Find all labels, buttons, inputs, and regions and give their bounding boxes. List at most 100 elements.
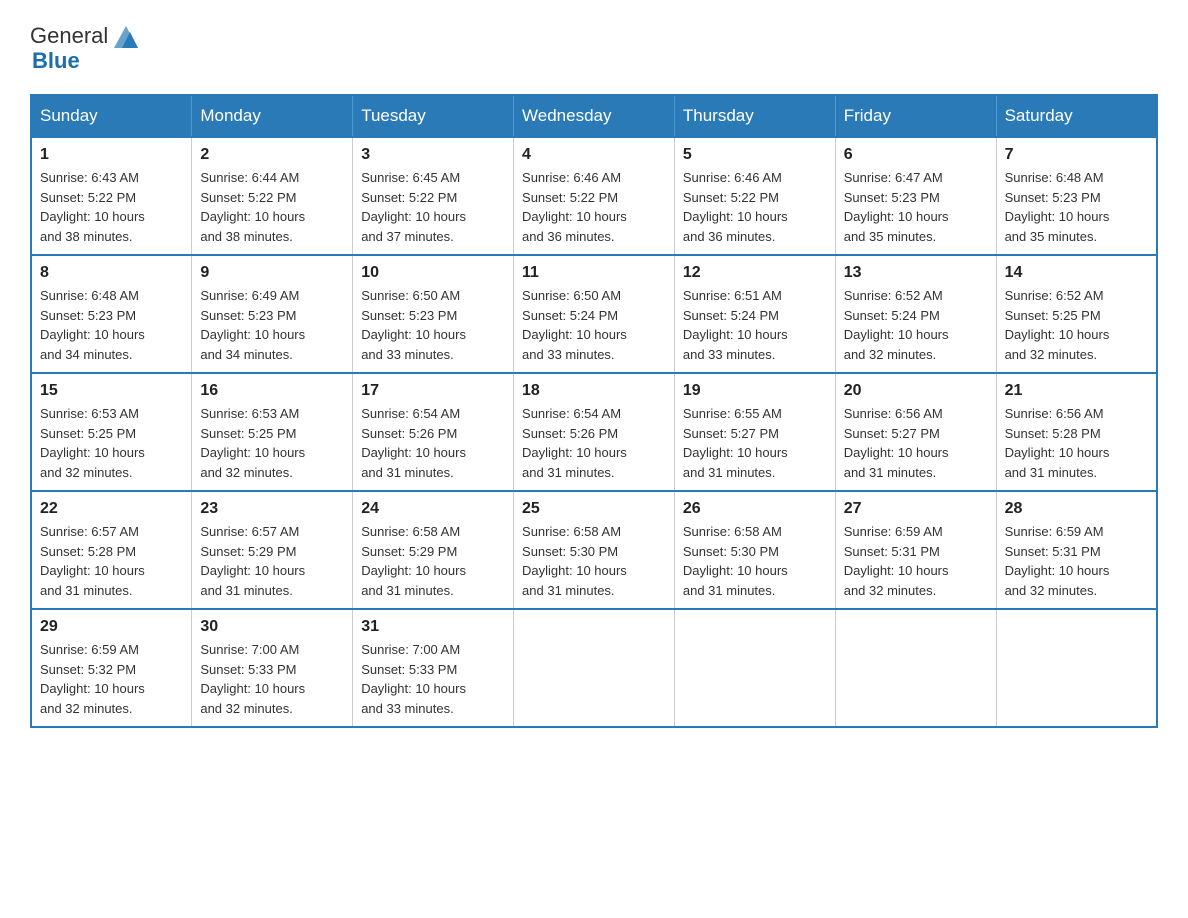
day-info: Sunrise: 6:44 AMSunset: 5:22 PMDaylight:… bbox=[200, 170, 305, 244]
calendar-cell: 8 Sunrise: 6:48 AMSunset: 5:23 PMDayligh… bbox=[31, 255, 192, 373]
weekday-header-friday: Friday bbox=[835, 95, 996, 137]
calendar-cell: 7 Sunrise: 6:48 AMSunset: 5:23 PMDayligh… bbox=[996, 137, 1157, 255]
calendar-cell: 4 Sunrise: 6:46 AMSunset: 5:22 PMDayligh… bbox=[514, 137, 675, 255]
day-info: Sunrise: 6:47 AMSunset: 5:23 PMDaylight:… bbox=[844, 170, 949, 244]
calendar-week-1: 1 Sunrise: 6:43 AMSunset: 5:22 PMDayligh… bbox=[31, 137, 1157, 255]
day-number: 6 bbox=[844, 146, 988, 164]
weekday-header-monday: Monday bbox=[192, 95, 353, 137]
day-number: 1 bbox=[40, 146, 183, 164]
day-info: Sunrise: 6:43 AMSunset: 5:22 PMDaylight:… bbox=[40, 170, 145, 244]
day-info: Sunrise: 6:52 AMSunset: 5:25 PMDaylight:… bbox=[1005, 288, 1110, 362]
day-number: 25 bbox=[522, 500, 666, 518]
calendar-cell bbox=[835, 609, 996, 727]
day-number: 23 bbox=[200, 500, 344, 518]
logo: General Blue bbox=[30, 20, 142, 74]
calendar-cell: 18 Sunrise: 6:54 AMSunset: 5:26 PMDaylig… bbox=[514, 373, 675, 491]
day-number: 11 bbox=[522, 264, 666, 282]
day-info: Sunrise: 6:52 AMSunset: 5:24 PMDaylight:… bbox=[844, 288, 949, 362]
day-info: Sunrise: 6:59 AMSunset: 5:31 PMDaylight:… bbox=[844, 524, 949, 598]
day-number: 22 bbox=[40, 500, 183, 518]
weekday-header-sunday: Sunday bbox=[31, 95, 192, 137]
weekday-header-wednesday: Wednesday bbox=[514, 95, 675, 137]
calendar-cell: 17 Sunrise: 6:54 AMSunset: 5:26 PMDaylig… bbox=[353, 373, 514, 491]
calendar-cell: 31 Sunrise: 7:00 AMSunset: 5:33 PMDaylig… bbox=[353, 609, 514, 727]
day-number: 14 bbox=[1005, 264, 1148, 282]
day-info: Sunrise: 6:56 AMSunset: 5:27 PMDaylight:… bbox=[844, 406, 949, 480]
calendar-cell: 10 Sunrise: 6:50 AMSunset: 5:23 PMDaylig… bbox=[353, 255, 514, 373]
day-number: 7 bbox=[1005, 146, 1148, 164]
calendar-cell: 27 Sunrise: 6:59 AMSunset: 5:31 PMDaylig… bbox=[835, 491, 996, 609]
day-info: Sunrise: 6:54 AMSunset: 5:26 PMDaylight:… bbox=[522, 406, 627, 480]
day-info: Sunrise: 6:46 AMSunset: 5:22 PMDaylight:… bbox=[522, 170, 627, 244]
day-number: 21 bbox=[1005, 382, 1148, 400]
day-info: Sunrise: 6:56 AMSunset: 5:28 PMDaylight:… bbox=[1005, 406, 1110, 480]
calendar-cell: 23 Sunrise: 6:57 AMSunset: 5:29 PMDaylig… bbox=[192, 491, 353, 609]
day-info: Sunrise: 6:51 AMSunset: 5:24 PMDaylight:… bbox=[683, 288, 788, 362]
day-number: 17 bbox=[361, 382, 505, 400]
day-number: 27 bbox=[844, 500, 988, 518]
calendar-cell: 2 Sunrise: 6:44 AMSunset: 5:22 PMDayligh… bbox=[192, 137, 353, 255]
calendar-cell bbox=[674, 609, 835, 727]
day-number: 24 bbox=[361, 500, 505, 518]
calendar-cell: 25 Sunrise: 6:58 AMSunset: 5:30 PMDaylig… bbox=[514, 491, 675, 609]
day-info: Sunrise: 6:48 AMSunset: 5:23 PMDaylight:… bbox=[40, 288, 145, 362]
weekday-header-row: SundayMondayTuesdayWednesdayThursdayFrid… bbox=[31, 95, 1157, 137]
day-info: Sunrise: 6:58 AMSunset: 5:30 PMDaylight:… bbox=[522, 524, 627, 598]
day-number: 15 bbox=[40, 382, 183, 400]
day-info: Sunrise: 7:00 AMSunset: 5:33 PMDaylight:… bbox=[361, 642, 466, 716]
calendar-cell: 19 Sunrise: 6:55 AMSunset: 5:27 PMDaylig… bbox=[674, 373, 835, 491]
day-info: Sunrise: 6:55 AMSunset: 5:27 PMDaylight:… bbox=[683, 406, 788, 480]
calendar-cell: 15 Sunrise: 6:53 AMSunset: 5:25 PMDaylig… bbox=[31, 373, 192, 491]
weekday-header-saturday: Saturday bbox=[996, 95, 1157, 137]
calendar-cell: 14 Sunrise: 6:52 AMSunset: 5:25 PMDaylig… bbox=[996, 255, 1157, 373]
day-info: Sunrise: 6:59 AMSunset: 5:31 PMDaylight:… bbox=[1005, 524, 1110, 598]
calendar-table: SundayMondayTuesdayWednesdayThursdayFrid… bbox=[30, 94, 1158, 728]
logo-triangle-icon bbox=[110, 20, 142, 52]
weekday-header-tuesday: Tuesday bbox=[353, 95, 514, 137]
page-header: General Blue bbox=[30, 20, 1158, 74]
calendar-cell: 6 Sunrise: 6:47 AMSunset: 5:23 PMDayligh… bbox=[835, 137, 996, 255]
day-number: 31 bbox=[361, 618, 505, 636]
day-number: 20 bbox=[844, 382, 988, 400]
calendar-week-5: 29 Sunrise: 6:59 AMSunset: 5:32 PMDaylig… bbox=[31, 609, 1157, 727]
calendar-cell: 12 Sunrise: 6:51 AMSunset: 5:24 PMDaylig… bbox=[674, 255, 835, 373]
calendar-cell: 21 Sunrise: 6:56 AMSunset: 5:28 PMDaylig… bbox=[996, 373, 1157, 491]
calendar-week-3: 15 Sunrise: 6:53 AMSunset: 5:25 PMDaylig… bbox=[31, 373, 1157, 491]
calendar-week-2: 8 Sunrise: 6:48 AMSunset: 5:23 PMDayligh… bbox=[31, 255, 1157, 373]
calendar-cell: 16 Sunrise: 6:53 AMSunset: 5:25 PMDaylig… bbox=[192, 373, 353, 491]
calendar-cell: 1 Sunrise: 6:43 AMSunset: 5:22 PMDayligh… bbox=[31, 137, 192, 255]
day-number: 10 bbox=[361, 264, 505, 282]
day-info: Sunrise: 6:50 AMSunset: 5:23 PMDaylight:… bbox=[361, 288, 466, 362]
day-number: 2 bbox=[200, 146, 344, 164]
day-number: 9 bbox=[200, 264, 344, 282]
day-info: Sunrise: 6:46 AMSunset: 5:22 PMDaylight:… bbox=[683, 170, 788, 244]
day-number: 13 bbox=[844, 264, 988, 282]
calendar-cell: 13 Sunrise: 6:52 AMSunset: 5:24 PMDaylig… bbox=[835, 255, 996, 373]
day-number: 3 bbox=[361, 146, 505, 164]
calendar-cell: 29 Sunrise: 6:59 AMSunset: 5:32 PMDaylig… bbox=[31, 609, 192, 727]
calendar-cell: 26 Sunrise: 6:58 AMSunset: 5:30 PMDaylig… bbox=[674, 491, 835, 609]
day-number: 29 bbox=[40, 618, 183, 636]
calendar-cell: 3 Sunrise: 6:45 AMSunset: 5:22 PMDayligh… bbox=[353, 137, 514, 255]
calendar-cell: 11 Sunrise: 6:50 AMSunset: 5:24 PMDaylig… bbox=[514, 255, 675, 373]
calendar-cell: 5 Sunrise: 6:46 AMSunset: 5:22 PMDayligh… bbox=[674, 137, 835, 255]
day-number: 18 bbox=[522, 382, 666, 400]
day-info: Sunrise: 6:49 AMSunset: 5:23 PMDaylight:… bbox=[200, 288, 305, 362]
day-number: 16 bbox=[200, 382, 344, 400]
logo-container: General Blue bbox=[30, 20, 142, 74]
day-info: Sunrise: 6:59 AMSunset: 5:32 PMDaylight:… bbox=[40, 642, 145, 716]
calendar-cell: 20 Sunrise: 6:56 AMSunset: 5:27 PMDaylig… bbox=[835, 373, 996, 491]
day-info: Sunrise: 6:53 AMSunset: 5:25 PMDaylight:… bbox=[200, 406, 305, 480]
logo-text-blue: Blue bbox=[32, 48, 80, 73]
calendar-cell bbox=[996, 609, 1157, 727]
day-number: 12 bbox=[683, 264, 827, 282]
day-info: Sunrise: 6:58 AMSunset: 5:29 PMDaylight:… bbox=[361, 524, 466, 598]
calendar-cell: 24 Sunrise: 6:58 AMSunset: 5:29 PMDaylig… bbox=[353, 491, 514, 609]
day-number: 26 bbox=[683, 500, 827, 518]
day-number: 4 bbox=[522, 146, 666, 164]
day-info: Sunrise: 6:50 AMSunset: 5:24 PMDaylight:… bbox=[522, 288, 627, 362]
calendar-cell bbox=[514, 609, 675, 727]
day-info: Sunrise: 6:45 AMSunset: 5:22 PMDaylight:… bbox=[361, 170, 466, 244]
weekday-header-thursday: Thursday bbox=[674, 95, 835, 137]
day-info: Sunrise: 6:57 AMSunset: 5:28 PMDaylight:… bbox=[40, 524, 145, 598]
